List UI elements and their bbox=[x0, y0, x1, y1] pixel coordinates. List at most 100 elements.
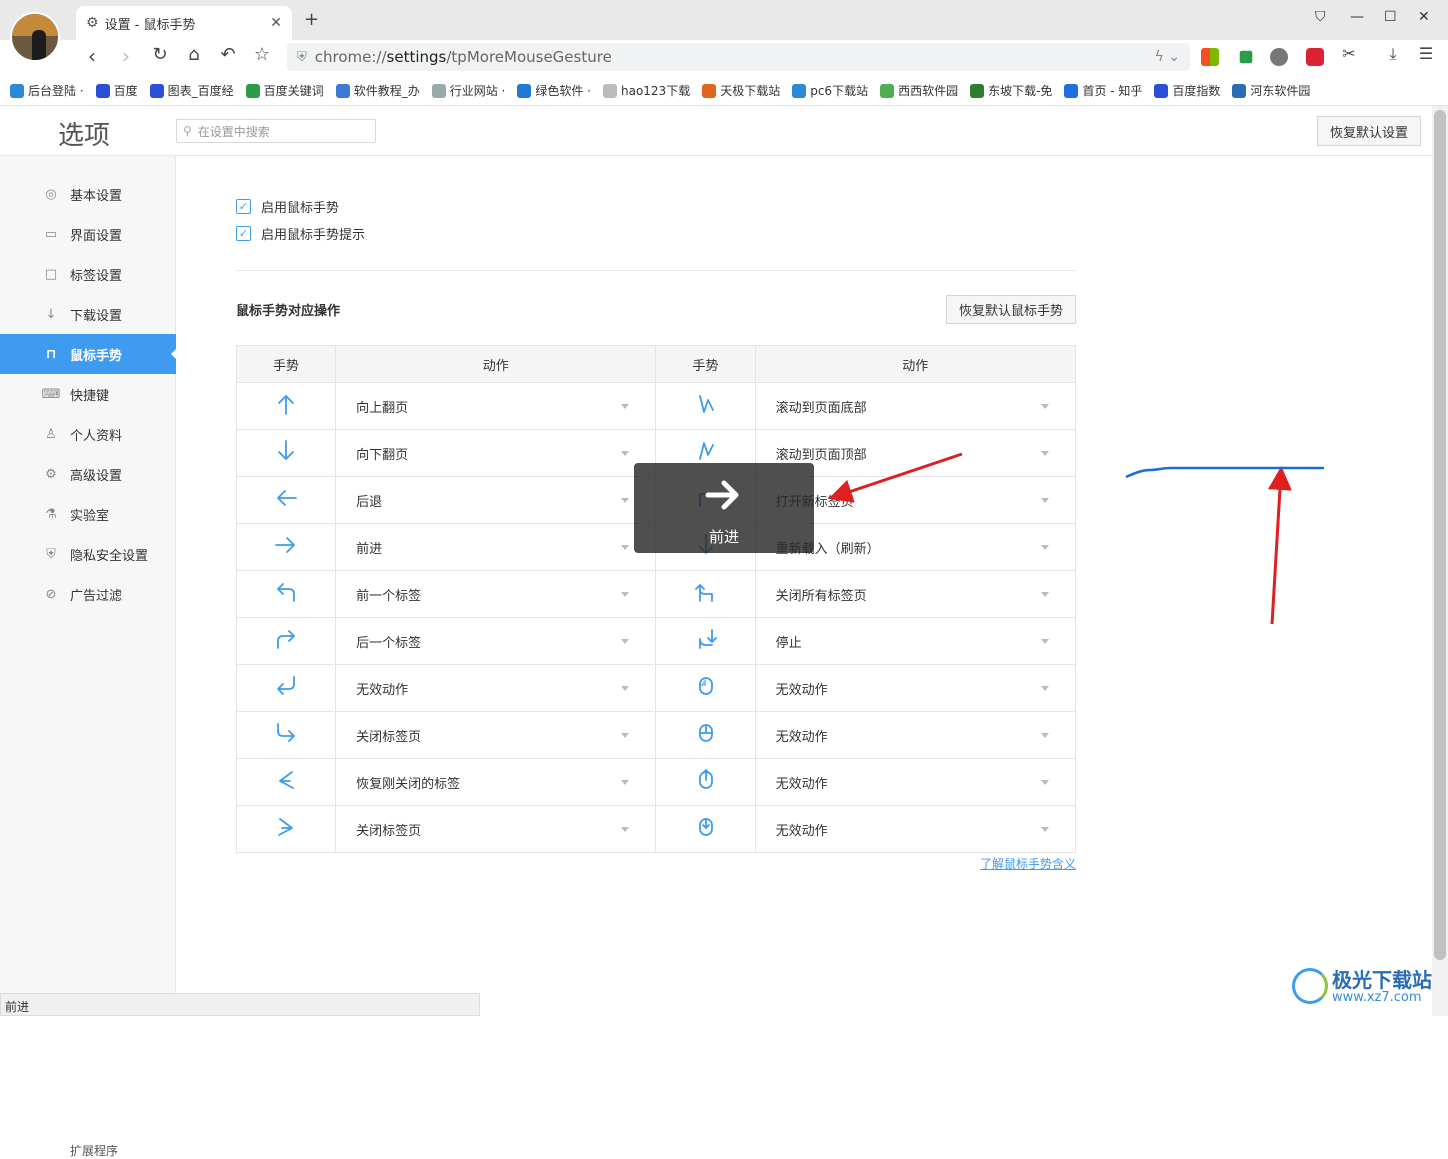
maximize-button[interactable]: ☐ bbox=[1384, 9, 1397, 25]
sidebar-item-basic[interactable]: ◎ 基本设置 bbox=[0, 174, 176, 214]
browser-tab[interactable]: ⚙ 设置 - 鼠标手势 ✕ bbox=[76, 6, 292, 40]
watermark: 极光下载站 www.xz7.com bbox=[1292, 964, 1442, 1010]
gesture-cell bbox=[235, 711, 337, 759]
action-select[interactable]: 恢复刚关闭的标签 bbox=[335, 758, 657, 806]
sidebar-item-extensions[interactable]: 扩展程序 bbox=[70, 1142, 118, 1159]
action-select[interactable]: 后退 bbox=[335, 476, 657, 524]
restore-default-settings-button[interactable]: 恢复默认设置 bbox=[1317, 116, 1421, 146]
action-select[interactable]: 无效动作 bbox=[754, 664, 1077, 712]
extension-icon-windows[interactable] bbox=[1201, 48, 1219, 66]
action-select[interactable]: 滚动到页面底部 bbox=[754, 382, 1077, 430]
adblock-icon: ⊘ bbox=[45, 586, 57, 602]
search-input[interactable]: ⚲ 在设置中搜索 bbox=[176, 119, 376, 143]
sidebar-item-mouse-gesture[interactable]: ⊓ 鼠标手势 bbox=[0, 334, 177, 374]
gesture-cell bbox=[655, 805, 756, 853]
extension-icon-red[interactable] bbox=[1306, 48, 1324, 66]
action-label: 无效动作 bbox=[775, 682, 828, 698]
bookmark-item[interactable]: 河东软件园 bbox=[1232, 82, 1310, 99]
menu-icon[interactable]: ☰ bbox=[1412, 44, 1440, 63]
action-select[interactable]: 后一个标签 bbox=[335, 617, 657, 665]
action-select[interactable]: 无效动作 bbox=[754, 711, 1077, 759]
minimize-button[interactable]: — bbox=[1350, 9, 1364, 25]
action-select[interactable]: 向上翻页 bbox=[335, 382, 657, 430]
bookmark-item[interactable]: 百度关键词 bbox=[245, 82, 324, 99]
divider bbox=[236, 270, 1076, 271]
download-icon: ↓ bbox=[45, 306, 57, 322]
reload-icon[interactable]: ↻ bbox=[146, 44, 174, 65]
lab-icon: ⚗ bbox=[45, 506, 57, 522]
close-tab-icon[interactable]: ✕ bbox=[270, 15, 282, 31]
gesture-icon bbox=[698, 395, 714, 413]
action-select[interactable]: 关闭所有标签页 bbox=[754, 570, 1077, 618]
undo-icon[interactable]: ↶ bbox=[214, 44, 242, 65]
action-label: 关闭标签页 bbox=[356, 823, 422, 839]
bookmark-item[interactable]: 东坡下载-免 bbox=[970, 82, 1052, 99]
scissors-icon[interactable]: ✂ bbox=[1335, 44, 1363, 63]
action-select[interactable]: 关闭标签页 bbox=[335, 711, 657, 759]
action-select[interactable]: 无效动作 bbox=[754, 805, 1077, 853]
download-icon[interactable]: ⤓ bbox=[1379, 44, 1407, 64]
avatar[interactable] bbox=[10, 12, 60, 62]
watermark-title: 极光下载站 bbox=[1332, 968, 1432, 992]
extension-icon-green[interactable] bbox=[1239, 50, 1253, 64]
bookmark-item[interactable]: 软件教程_办 bbox=[335, 82, 420, 99]
sidebar-item-download[interactable]: ↓ 下载设置 bbox=[0, 294, 176, 334]
title-bar: ⚙ 设置 - 鼠标手势 ✕ + ⛉ — ☐ ✕ bbox=[0, 0, 1448, 40]
gesture-cell bbox=[235, 570, 337, 618]
sidebar-item-advanced[interactable]: ⚙ 高级设置 bbox=[0, 454, 176, 494]
action-select[interactable]: 前一个标签 bbox=[335, 570, 657, 618]
address-bar[interactable]: ⛨ chrome://settings/tpMoreMouseGesture ϟ… bbox=[287, 43, 1190, 71]
watermark-logo-icon bbox=[1292, 968, 1328, 1004]
action-select[interactable]: 无效动作 bbox=[335, 664, 657, 712]
bookmark-favicon-icon bbox=[95, 83, 110, 98]
new-tab-button[interactable]: + bbox=[304, 9, 319, 30]
sidebar-item-interface[interactable]: ▭ 界面设置 bbox=[0, 214, 176, 254]
bookmark-item[interactable]: 行业网站 · bbox=[431, 82, 505, 99]
sidebar-item-privacy[interactable]: ⛨ 隐私安全设置 bbox=[0, 534, 176, 574]
back-icon[interactable]: ‹ bbox=[78, 44, 106, 68]
action-select[interactable]: 无效动作 bbox=[754, 758, 1077, 806]
sidebar-item-label: 标签设置 bbox=[70, 268, 123, 284]
extension-icon-gray[interactable] bbox=[1270, 48, 1288, 66]
gesture-cell bbox=[655, 711, 756, 759]
sidebar-item-tabs[interactable]: □ 标签设置 bbox=[0, 254, 176, 294]
tab-title: 设置 - 鼠标手势 bbox=[104, 17, 196, 33]
bookmark-item[interactable]: 首页 - 知乎 bbox=[1064, 82, 1142, 99]
action-label: 无效动作 bbox=[775, 729, 828, 745]
bookmark-item[interactable]: hao123下载 bbox=[602, 82, 690, 99]
toolbar: ‹ › ↻ ⌂ ↶ ☆ ⛨ chrome://settings/tpMoreMo… bbox=[0, 40, 1448, 76]
bookmark-item[interactable]: 西西软件园 bbox=[880, 82, 958, 99]
scrollbar-thumb[interactable] bbox=[1434, 110, 1446, 960]
bookmark-item[interactable]: 绿色软件 · bbox=[517, 82, 591, 99]
sidebar-item-lab[interactable]: ⚗ 实验室 bbox=[0, 494, 176, 534]
bookmark-label: 百度 bbox=[113, 84, 138, 98]
sidebar-item-adblock[interactable]: ⊘ 广告过滤 bbox=[0, 574, 176, 614]
lightning-icon[interactable]: ϟ ⌄ bbox=[1155, 49, 1180, 65]
gesture-cell bbox=[655, 570, 756, 618]
action-select[interactable]: 停止 bbox=[754, 617, 1077, 665]
action-select[interactable]: 关闭标签页 bbox=[335, 805, 657, 853]
bookmark-item[interactable]: 百度 bbox=[95, 82, 138, 99]
forward-icon[interactable]: › bbox=[112, 44, 140, 68]
bookmark-favicon-icon bbox=[702, 83, 717, 98]
home-icon[interactable]: ⌂ bbox=[180, 44, 208, 65]
bookmark-item[interactable]: 后台登陆 · bbox=[10, 82, 84, 99]
favorite-star-icon[interactable]: ☆ bbox=[248, 44, 276, 65]
table-row: 前一个标签 关闭所有标签页 bbox=[235, 570, 1077, 618]
bookmark-item[interactable]: 天极下载站 bbox=[702, 82, 780, 99]
action-select[interactable]: 前进 bbox=[335, 523, 657, 571]
close-window-button[interactable]: ✕ bbox=[1418, 9, 1430, 25]
enable-gesture-checkbox[interactable]: ✓ 启用鼠标手势 bbox=[236, 197, 339, 216]
restore-default-gesture-button[interactable]: 恢复默认鼠标手势 bbox=[946, 295, 1076, 324]
bookmark-item[interactable]: 百度指数 bbox=[1154, 82, 1220, 99]
bookmark-item[interactable]: 图表_百度经 bbox=[149, 82, 234, 99]
learn-gesture-link[interactable]: 了解鼠标手势含义 bbox=[980, 855, 1076, 872]
sidebar-item-label: 广告过滤 bbox=[70, 588, 123, 604]
enable-gesture-tip-checkbox[interactable]: ✓ 启用鼠标手势提示 bbox=[236, 224, 365, 243]
action-select[interactable]: 向下翻页 bbox=[335, 429, 657, 477]
skin-icon[interactable]: ⛉ bbox=[1315, 9, 1326, 25]
sidebar-item-shortcut[interactable]: ⌨ 快捷键 bbox=[0, 374, 176, 414]
bookmark-item[interactable]: pc6下载站 bbox=[792, 82, 868, 99]
bookmark-favicon-icon bbox=[1154, 83, 1169, 98]
sidebar-item-profile[interactable]: ♙ 个人资料 bbox=[0, 414, 176, 454]
